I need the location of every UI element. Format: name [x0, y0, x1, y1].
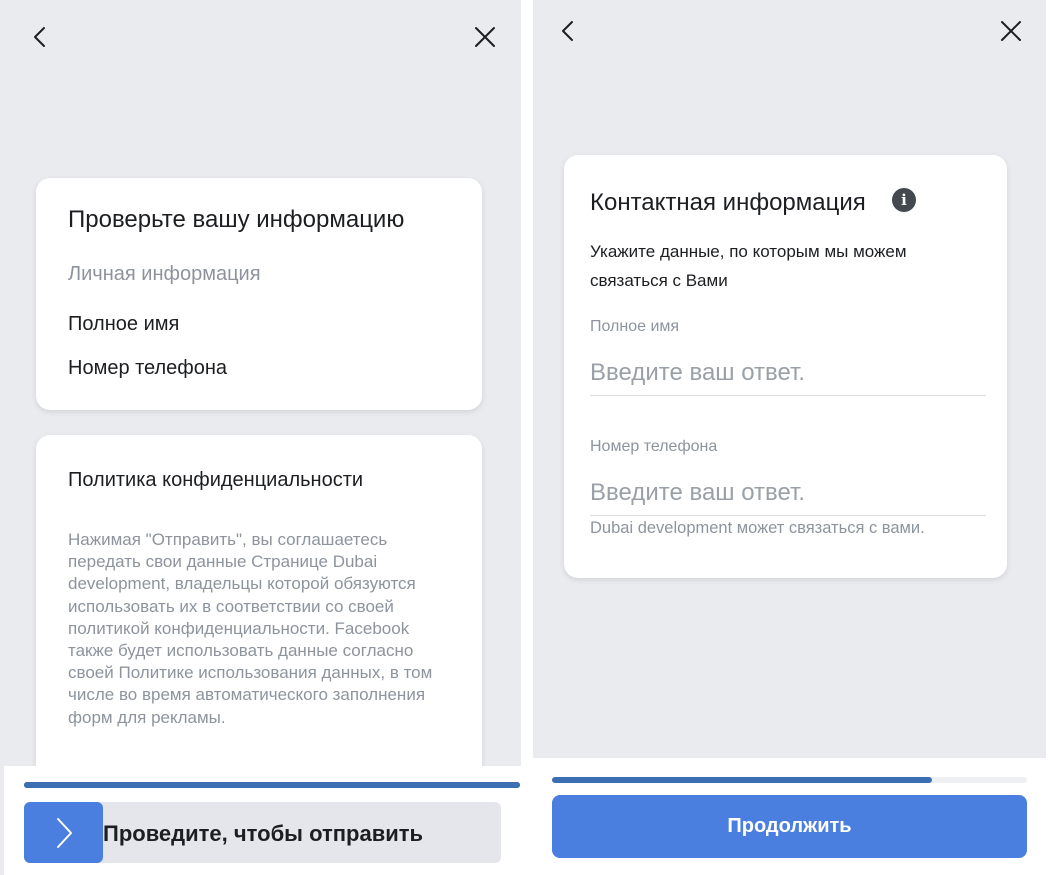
right-progress-bar: [552, 777, 1027, 783]
chevron-left-icon[interactable]: [556, 18, 582, 44]
close-icon[interactable]: [472, 24, 498, 50]
review-field-full-name: Полное имя: [68, 313, 180, 335]
contact-screen: Контактная информация i Укажите данные, …: [533, 0, 1046, 875]
chevron-left-icon[interactable]: [28, 24, 54, 50]
review-screen: Проверьте вашу информацию Личная информа…: [0, 0, 521, 875]
left-bottom-bar: Проведите, чтобы отправить: [4, 766, 521, 875]
contact-info-card: Контактная информация i Укажите данные, …: [564, 155, 1007, 578]
swipe-handle[interactable]: [24, 802, 103, 863]
privacy-policy-text: Нажимая "Отправить", вы соглашаетесь пер…: [68, 530, 433, 727]
review-card: Проверьте вашу информацию Личная информа…: [36, 178, 482, 410]
left-progress-bar: [24, 782, 520, 788]
personal-info-heading: Личная информация: [68, 263, 261, 285]
right-progress-fill: [552, 777, 932, 783]
privacy-policy-title: Политика конфиденциальности: [68, 469, 364, 491]
full-name-label: Полное имя: [590, 318, 680, 335]
left-progress-fill: [24, 782, 520, 788]
continue-button[interactable]: Продолжить: [552, 795, 1027, 858]
chevron-right-icon: [57, 818, 72, 848]
full-name-input[interactable]: [590, 351, 986, 396]
swipe-label: Проведите, чтобы отправить: [103, 821, 424, 846]
contact-description: Укажите данные, по которым мы можем связ…: [590, 242, 907, 290]
panel-divider: [521, 0, 533, 875]
close-icon[interactable]: [998, 18, 1024, 44]
right-bottom-bar: Продолжить: [533, 758, 1046, 875]
contact-info-title: Контактная информация: [590, 189, 866, 216]
info-icon[interactable]: i: [892, 188, 916, 212]
review-field-phone: Номер телефона: [68, 357, 228, 379]
phone-label: Номер телефона: [590, 438, 718, 455]
phone-input[interactable]: [590, 471, 986, 516]
review-title: Проверьте вашу информацию: [68, 206, 405, 233]
contact-helper-text: Dubai development может связаться с вами…: [590, 519, 925, 537]
